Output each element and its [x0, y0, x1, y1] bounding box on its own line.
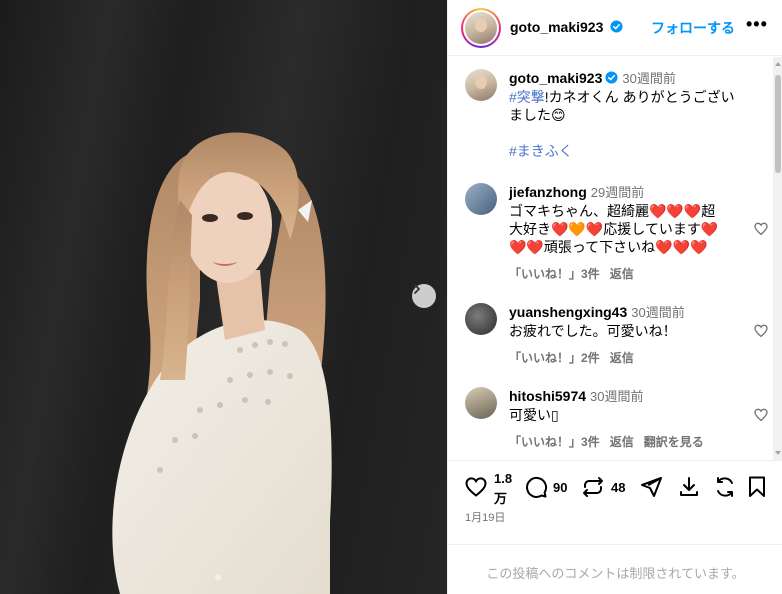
commenter-username[interactable]: yuanshengxing43 [509, 304, 627, 320]
comment-likes[interactable]: 「いいね！」3件 [509, 435, 600, 449]
reply-button[interactable]: 返信 [610, 351, 634, 365]
author-avatar[interactable] [461, 8, 501, 48]
verified-badge-icon [610, 20, 623, 33]
commenter-avatar[interactable] [465, 303, 497, 335]
post-date[interactable]: 1月19日 [465, 509, 505, 525]
next-photo-button[interactable] [412, 284, 436, 308]
repost-icon[interactable] [581, 475, 605, 499]
action-bar: 1.8 万 90 48 1月19日 [448, 460, 782, 544]
comment-time[interactable]: 29週間前 [591, 185, 644, 200]
like-count-unit[interactable]: 万 [494, 488, 507, 507]
like-count[interactable]: 1.8 [494, 471, 512, 486]
comments-scrollbar[interactable] [773, 57, 782, 460]
comment-item: hitoshi5974 30週間前 可愛い▯ 「いいね！」3件 返信 翻訳を見る [465, 387, 768, 449]
scroll-up-icon[interactable] [775, 62, 781, 66]
bookmark-icon[interactable] [745, 475, 769, 499]
comment-text: 大好き❤️🧡❤️応援しています❤️ [509, 221, 719, 237]
caption: goto_maki923 30週間前 #突撃!カネオくん ありがとうございました😊… [465, 69, 765, 169]
post-side-panel: goto_maki923 フォローする ••• goto_maki923 30週間… [447, 0, 782, 594]
verified-badge-icon [605, 71, 618, 84]
commenter-username[interactable]: jiefanzhong [509, 184, 587, 200]
follow-button[interactable]: フォローする [651, 18, 735, 38]
comment-text: 可愛い▯ [509, 407, 559, 423]
commenter-username[interactable]: hitoshi5974 [509, 388, 586, 404]
comment-time[interactable]: 30週間前 [590, 389, 643, 404]
comments-restricted-notice: この投稿へのコメントは制限されています。 [448, 544, 782, 594]
hashtag-link[interactable]: #突撃 [509, 89, 545, 105]
post-header: goto_maki923 フォローする ••• [448, 0, 782, 56]
translate-button[interactable]: 翻訳を見る [644, 435, 704, 449]
author-username[interactable]: goto_maki923 [510, 19, 603, 35]
commenter-avatar[interactable] [465, 183, 497, 215]
comment-likes[interactable]: 「いいね！」2件 [509, 351, 600, 365]
comment-time[interactable]: 30週間前 [631, 305, 684, 320]
scrollbar-thumb[interactable] [775, 75, 781, 173]
heart-icon[interactable] [753, 407, 769, 423]
like-heart-icon[interactable] [464, 475, 488, 499]
more-options-icon[interactable]: ••• [746, 14, 768, 35]
hashtag-link[interactable]: #まきふく [509, 143, 573, 159]
comment-item: jiefanzhong 29週間前 ゴマキちゃん、超綺麗❤️❤️❤️超 大好き❤️… [465, 183, 768, 283]
comment-likes[interactable]: 「いいね！」3件 [509, 267, 600, 281]
share-icon[interactable] [639, 475, 663, 499]
photo-illustration [112, 132, 332, 594]
comment-count[interactable]: 90 [553, 480, 567, 495]
reply-button[interactable]: 返信 [610, 267, 634, 281]
repost-count[interactable]: 48 [611, 480, 625, 495]
carousel-dot [215, 574, 221, 580]
comment-text: ゴマキちゃん、超綺麗❤️❤️❤️超 [509, 203, 716, 219]
reply-button[interactable]: 返信 [610, 435, 634, 449]
post-photo [0, 0, 447, 594]
comment-icon[interactable] [524, 475, 548, 499]
comments-list[interactable]: goto_maki923 30週間前 #突撃!カネオくん ありがとうございました😊… [448, 57, 782, 460]
heart-icon[interactable] [753, 221, 769, 237]
refresh-icon[interactable] [713, 475, 737, 499]
scroll-down-icon[interactable] [775, 451, 781, 455]
caption-avatar[interactable] [465, 69, 497, 101]
chevron-right-icon [414, 284, 420, 294]
caption-time[interactable]: 30週間前 [622, 71, 675, 86]
download-icon[interactable] [677, 475, 701, 499]
heart-icon[interactable] [753, 323, 769, 339]
comment-item: yuanshengxing43 30週間前 お疲れでした。可愛いね！ 「いいね！」… [465, 303, 768, 365]
smile-emoji-icon: 😊 [551, 107, 566, 123]
commenter-avatar[interactable] [465, 387, 497, 419]
comment-text: お疲れでした。可愛いね！ [509, 323, 677, 339]
caption-username[interactable]: goto_maki923 [509, 70, 602, 86]
comment-text: ❤️❤️頑張って下さいね❤️❤️❤️ [509, 239, 708, 255]
